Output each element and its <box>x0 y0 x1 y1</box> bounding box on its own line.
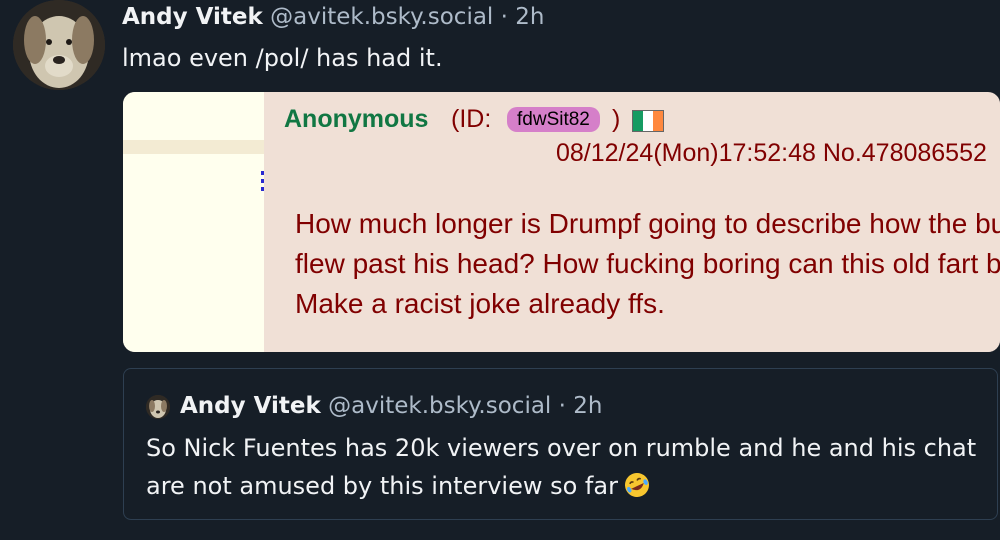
screenshot-side-strip <box>123 92 264 352</box>
rolling-on-floor-laughing-icon <box>624 471 650 497</box>
separator-dot: · <box>500 4 508 30</box>
author-handle[interactable]: @avitek.bsky.social <box>270 4 493 30</box>
ireland-flag-icon <box>632 110 664 132</box>
quoted-post[interactable]: Andy Vitek @avitek.bsky.social · 2h So N… <box>123 368 998 520</box>
chan-poster-name: Anonymous <box>284 105 429 133</box>
quote-author-name: Andy Vitek <box>180 393 321 419</box>
chan-post-body: How much longer is Drumpf going to descr… <box>295 208 1000 319</box>
post-text: lmao even /pol/ has had it. <box>122 44 443 72</box>
quote-author-handle: @avitek.bsky.social <box>328 393 552 419</box>
quote-timestamp: 2h <box>573 393 603 419</box>
quote-author-avatar <box>146 395 170 419</box>
chan-id-prefix: (ID: <box>451 105 492 133</box>
quote-separator-dot: · <box>558 393 566 419</box>
embedded-screenshot[interactable]: Anonymous (ID: fdwSit82 ) 08/12/24(Mon)1… <box>123 92 1000 352</box>
quote-text: So Nick Fuentes has 20k viewers over on … <box>146 434 977 500</box>
quote-text-wrap: So Nick Fuentes has 20k viewers over on … <box>146 429 986 505</box>
author-name[interactable]: Andy Vitek <box>122 4 263 30</box>
quote-header: Andy Vitek @avitek.bsky.social · 2h <box>180 391 602 421</box>
chan-post-date: 08/12/24(Mon)17:52:48 No.478086552 <box>556 139 987 167</box>
chan-id-suffix: ) <box>612 105 621 133</box>
post-timestamp[interactable]: 2h <box>515 4 544 30</box>
post-header: Andy Vitek @avitek.bsky.social · 2h <box>122 2 544 32</box>
screenshot-side-bar <box>123 140 264 154</box>
chan-id-badge: fdwSit82 <box>507 107 600 132</box>
author-avatar[interactable] <box>13 0 105 90</box>
